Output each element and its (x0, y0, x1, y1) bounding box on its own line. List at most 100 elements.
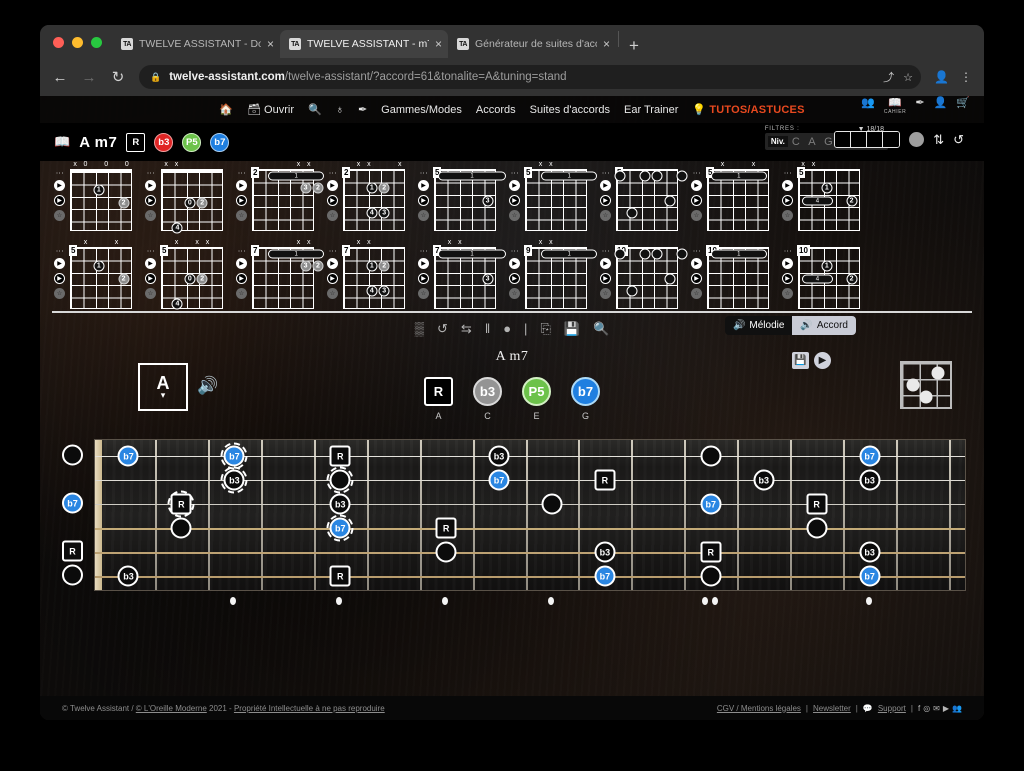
fret-grid[interactable]: 21234 (342, 167, 405, 231)
chord-diagram[interactable]: x x 5 2 1 ⋮ ▶ ▶ ☆ (52, 239, 143, 309)
diagram-side-controls[interactable]: ⋮ ▶ ▶ ☆ (509, 247, 520, 299)
nav-item-ouvrir[interactable]: 🗃 Ouvrir (247, 103, 294, 117)
nav-cahier-button[interactable]: 📖 CAHIER (884, 98, 907, 115)
browser-menu-icon[interactable]: ⋮ (960, 70, 972, 84)
mode-melodie-button[interactable]: 🔊 Mélodie (724, 316, 793, 335)
more-options-icon[interactable]: ⋮ (510, 247, 519, 254)
play-diagram-icon[interactable]: ▶ (600, 180, 611, 191)
more-options-icon[interactable]: ⋮ (601, 247, 610, 254)
fret-grid[interactable]: 5 (614, 167, 688, 231)
fret-cell[interactable] (867, 132, 884, 147)
fret-span-selector[interactable] (834, 131, 901, 148)
nav-pen-button[interactable]: ✒ (915, 98, 924, 109)
fretboard-note[interactable]: b3 (594, 541, 616, 563)
refresh-icon[interactable]: ↺ (437, 322, 448, 335)
diagram-side-controls[interactable]: ⋮ ▶ ▶ ☆ (782, 169, 793, 221)
favorite-diagram-icon[interactable]: ☆ (782, 288, 793, 299)
chord-diagram-scroller[interactable]: x 0 0 0 2 1 ⋮ ▶ ▶ ☆ x x 2 0 4 ⋮ ▶ ▶ ☆ x x 2 2 3 1 ⋮ ▶ ▶ ☆ x x x 2 1 2 3 4 ⋮ ▶ ▶… (52, 161, 972, 313)
reload-button[interactable]: ↻ (110, 70, 126, 85)
more-options-icon[interactable]: ⋮ (55, 247, 64, 254)
nav-item-gammes-modes[interactable]: Gammes/Modes (381, 104, 462, 116)
chord-diagram[interactable]: x x x 5 2 0 4 ⋮ ▶ ▶ ☆ (143, 239, 234, 310)
fretboard-note[interactable]: R (329, 445, 351, 467)
chord-diagram[interactable]: x x 9 1 ⋮ ▶ ▶ ☆ (507, 239, 598, 309)
favorite-diagram-icon[interactable]: ☆ (236, 210, 247, 221)
tab-close-icon[interactable]: × (267, 38, 274, 50)
diagram-side-controls[interactable]: ⋮ ▶ ▶ ☆ (600, 169, 611, 221)
degree-badge-root[interactable]: R (126, 132, 146, 152)
favorite-diagram-icon[interactable]: ☆ (327, 288, 338, 299)
profile-icon[interactable]: 👤 (934, 70, 949, 84)
diagram-side-controls[interactable]: ⋮ ▶ ▶ ☆ (509, 169, 520, 221)
support-link[interactable]: Support (878, 704, 906, 713)
social-icon[interactable]: ▶ (943, 704, 949, 713)
diagram-side-controls[interactable]: ⋮ ▶ ▶ ☆ (145, 247, 156, 299)
save-chord-button[interactable]: 💾 (792, 352, 809, 369)
diagram-side-controls[interactable]: ⋮ ▶ ▶ ☆ (236, 247, 247, 299)
more-options-icon[interactable]: ⋮ (510, 169, 519, 176)
fret-grid[interactable]: 2231 (251, 167, 324, 231)
more-options-icon[interactable]: ⋮ (419, 169, 428, 176)
nav-item-pencil[interactable]: ✒ (358, 103, 367, 116)
fretboard-note[interactable]: b7 (594, 565, 616, 587)
more-options-icon[interactable]: ⋮ (783, 247, 792, 254)
social-icon[interactable]: 👥 (952, 704, 962, 713)
favorite-diagram-icon[interactable]: ☆ (691, 288, 702, 299)
more-options-icon[interactable]: ⋮ (328, 247, 337, 254)
more-options-icon[interactable]: ⋮ (692, 169, 701, 176)
diagram-side-controls[interactable]: ⋮ ▶ ▶ ☆ (54, 247, 65, 299)
transpose-icon[interactable]: ⇆ (461, 322, 472, 335)
chord-tone-b7[interactable]: b7 G (571, 377, 601, 421)
fretboard-note[interactable]: b3 (859, 541, 881, 563)
play-arpeggio-icon[interactable]: ▶ (236, 195, 247, 206)
fretboard-note[interactable] (326, 466, 354, 494)
more-options-icon[interactable]: ⋮ (146, 247, 155, 254)
fretboard-view-icon[interactable]: ‖ (485, 322, 490, 335)
social-icon[interactable]: ◎ (923, 704, 930, 713)
play-diagram-icon[interactable]: ▶ (145, 180, 156, 191)
play-arpeggio-icon[interactable]: ▶ (600, 195, 611, 206)
fret-grid[interactable]: 20 4 (161, 169, 223, 234)
nav-item-accords[interactable]: Accords (476, 104, 516, 116)
social-icon[interactable]: f (918, 704, 920, 713)
play-diagram-icon[interactable]: ▶ (327, 180, 338, 191)
fret-grid[interactable]: 5 1 2 4 (797, 167, 860, 231)
diagram-side-controls[interactable]: ⋮ ▶ ▶ ☆ (782, 247, 793, 299)
play-arpeggio-icon[interactable]: ▶ (145, 195, 156, 206)
fret-cell[interactable] (851, 132, 868, 147)
favorite-diagram-icon[interactable]: ☆ (327, 210, 338, 221)
favorite-diagram-icon[interactable]: ☆ (600, 288, 611, 299)
window-traffic-lights[interactable] (53, 37, 102, 48)
nav-item-ear-trainer[interactable]: Ear Trainer (624, 104, 678, 116)
favorite-diagram-icon[interactable]: ☆ (236, 288, 247, 299)
play-diagram-icon[interactable]: ▶ (54, 258, 65, 269)
fretboard-note[interactable] (700, 445, 722, 467)
address-bar[interactable]: 🔒 twelve-assistant.com/twelve-assistant/… (139, 65, 922, 89)
play-diagram-icon[interactable]: ▶ (782, 258, 793, 269)
bookmark-star-icon[interactable]: ☆ (903, 71, 913, 84)
play-arpeggio-icon[interactable]: ▶ (418, 195, 429, 206)
fret-grid[interactable]: 21 (70, 169, 132, 231)
fret-grid[interactable]: 5 2 1 (69, 245, 132, 309)
fret-grid[interactable]: 51 (524, 167, 597, 231)
fret-grid[interactable]: 10 (614, 245, 688, 309)
diagram-side-controls[interactable]: ⋮ ▶ ▶ ☆ (691, 169, 702, 221)
diagram-side-controls[interactable]: ⋮ ▶ ▶ ☆ (236, 169, 247, 221)
play-diagram-icon[interactable]: ▶ (145, 258, 156, 269)
play-arpeggio-icon[interactable]: ▶ (327, 195, 338, 206)
nav-account-button[interactable]: 👤 (934, 98, 948, 109)
fret-grid[interactable]: 5 20 4 (160, 245, 223, 310)
chord-diagram[interactable]: 10 ⋮ ▶ ▶ ☆ (598, 239, 689, 309)
play-arpeggio-icon[interactable]: ▶ (54, 195, 65, 206)
nav-item-tuner[interactable]: ♁ (336, 104, 344, 116)
chord-diagram[interactable]: 10 1 2 4 ⋮ ▶ ▶ ☆ (780, 239, 871, 309)
fretboard-note[interactable] (541, 493, 563, 515)
tab-close-icon[interactable]: × (435, 38, 442, 50)
share-icon[interactable]: ⤴ (883, 69, 894, 85)
fretboard-note[interactable]: b7 (326, 514, 354, 542)
play-diagram-icon[interactable]: ▶ (54, 180, 65, 191)
chord-tone-p5[interactable]: P5 E (522, 377, 552, 421)
fretboard-note[interactable] (435, 541, 457, 563)
more-options-icon[interactable]: ⋮ (783, 169, 792, 176)
color-toggle-circle[interactable] (909, 132, 925, 147)
